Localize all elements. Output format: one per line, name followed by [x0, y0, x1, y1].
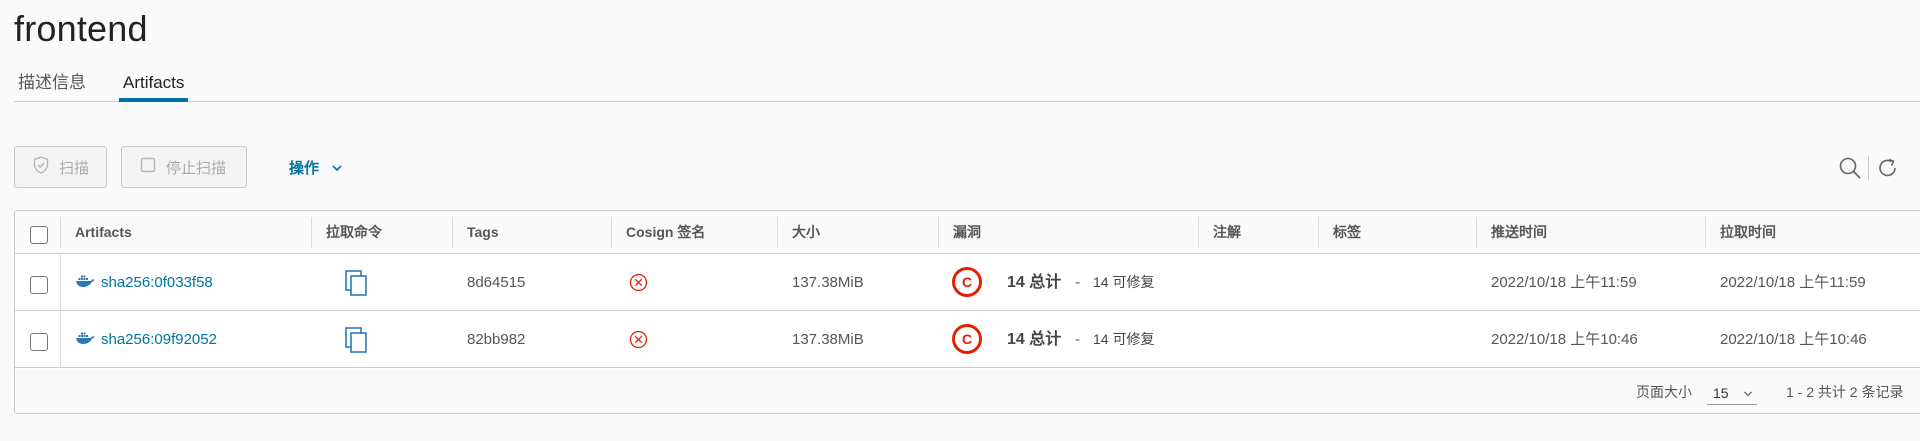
vuln-separator: -	[1075, 274, 1080, 291]
docker-icon	[75, 255, 95, 312]
column-header-pull-command: 拉取命令	[326, 224, 382, 240]
column-header-labels: 标签	[1333, 224, 1361, 240]
vuln-fixable: 14 可修复	[1093, 331, 1155, 347]
table-footer: 页面大小 15 1 - 2 共计 2 条记录	[15, 369, 1920, 413]
critical-severity-badge[interactable]: C	[952, 324, 982, 354]
vuln-total: 14 总计	[1007, 274, 1062, 291]
tag-cell: 82bb982	[467, 331, 526, 348]
size-cell: 137.38MiB	[792, 331, 864, 348]
column-header-size[interactable]: 大小	[792, 211, 820, 254]
vuln-total: 14 总计	[1007, 331, 1062, 348]
toolbar-divider	[1868, 156, 1869, 180]
page-size-value: 15	[1713, 385, 1729, 401]
page-size-label: 页面大小	[1636, 384, 1692, 400]
artifact-cell: sha256:0f033f58	[75, 254, 213, 311]
table-header: Artifacts 拉取命令 Tags Cosign 签名 大小 漏洞 注解 标…	[15, 211, 1920, 254]
tab-description[interactable]: 描述信息	[18, 66, 86, 102]
chevron-down-icon	[331, 159, 343, 176]
select-all-checkbox[interactable]	[30, 226, 48, 244]
pull-time-cell: 2022/10/18 上午11:59	[1720, 274, 1866, 291]
row-checkbox[interactable]	[30, 333, 48, 351]
page-size-select[interactable]: 15	[1707, 381, 1757, 405]
close-circle-icon	[629, 273, 648, 292]
page-title: frontend	[14, 8, 148, 49]
pull-time-cell: 2022/10/18 上午10:46	[1720, 331, 1867, 348]
artifacts-table: Artifacts 拉取命令 Tags Cosign 签名 大小 漏洞 注解 标…	[14, 210, 1920, 414]
row-divider	[60, 311, 61, 368]
tab-bar: 描述信息 Artifacts	[14, 66, 1920, 102]
refresh-icon[interactable]	[1876, 156, 1900, 180]
pagination-summary: 1 - 2 共计 2 条记录	[1786, 384, 1904, 400]
column-header-vulnerabilities[interactable]: 漏洞	[953, 211, 981, 254]
stop-scan-button[interactable]: 停止扫描	[121, 146, 247, 188]
actions-dropdown-label: 操作	[289, 159, 320, 177]
column-header-pull-time[interactable]: 拉取时间	[1720, 211, 1776, 254]
docker-icon	[75, 312, 95, 369]
row-divider	[60, 254, 61, 311]
tag-cell: 8d64515	[467, 274, 526, 291]
row-checkbox[interactable]	[30, 276, 48, 294]
vuln-fixable: 14 可修复	[1093, 274, 1155, 290]
column-divider	[1476, 217, 1477, 248]
checkbox-icon	[140, 157, 156, 177]
chevron-down-icon	[1743, 381, 1753, 405]
column-header-cosign: Cosign 签名	[626, 224, 706, 240]
copy-icon[interactable]	[345, 270, 367, 296]
column-header-push-time[interactable]: 推送时间	[1491, 211, 1547, 254]
column-divider	[1705, 217, 1706, 248]
shield-icon	[33, 156, 49, 178]
vuln-separator: -	[1075, 331, 1080, 348]
push-time-cell: 2022/10/18 上午11:59	[1491, 274, 1637, 291]
table-row: sha256:09f92052 82bb982 137.38MiB C 14 总…	[15, 311, 1920, 368]
search-icon[interactable]	[1838, 156, 1862, 180]
scan-button-label: 扫描	[59, 159, 90, 177]
column-divider	[938, 217, 939, 248]
artifact-digest-link[interactable]: sha256:09f92052	[101, 331, 217, 348]
copy-icon[interactable]	[345, 327, 367, 353]
scan-button[interactable]: 扫描	[14, 146, 107, 188]
column-divider	[777, 217, 778, 248]
column-divider	[311, 217, 312, 248]
tab-artifacts[interactable]: Artifacts	[119, 66, 189, 102]
column-divider	[1318, 217, 1319, 248]
actions-dropdown[interactable]: 操作	[289, 155, 343, 179]
column-divider	[60, 217, 61, 248]
column-header-artifacts[interactable]: Artifacts	[75, 211, 132, 254]
column-divider	[1198, 217, 1199, 248]
stop-scan-button-label: 停止扫描	[166, 159, 227, 177]
artifact-cell: sha256:09f92052	[75, 311, 217, 368]
artifact-digest-link[interactable]: sha256:0f033f58	[101, 274, 213, 291]
column-header-annotations: 注解	[1213, 224, 1241, 240]
critical-severity-badge[interactable]: C	[952, 267, 982, 297]
close-circle-icon	[629, 330, 648, 349]
column-header-tags[interactable]: Tags	[467, 211, 499, 254]
size-cell: 137.38MiB	[792, 274, 864, 291]
column-divider	[452, 217, 453, 248]
column-divider	[611, 217, 612, 248]
table-row: sha256:0f033f58 8d64515 137.38MiB C 14 总…	[15, 254, 1920, 311]
push-time-cell: 2022/10/18 上午10:46	[1491, 331, 1638, 348]
